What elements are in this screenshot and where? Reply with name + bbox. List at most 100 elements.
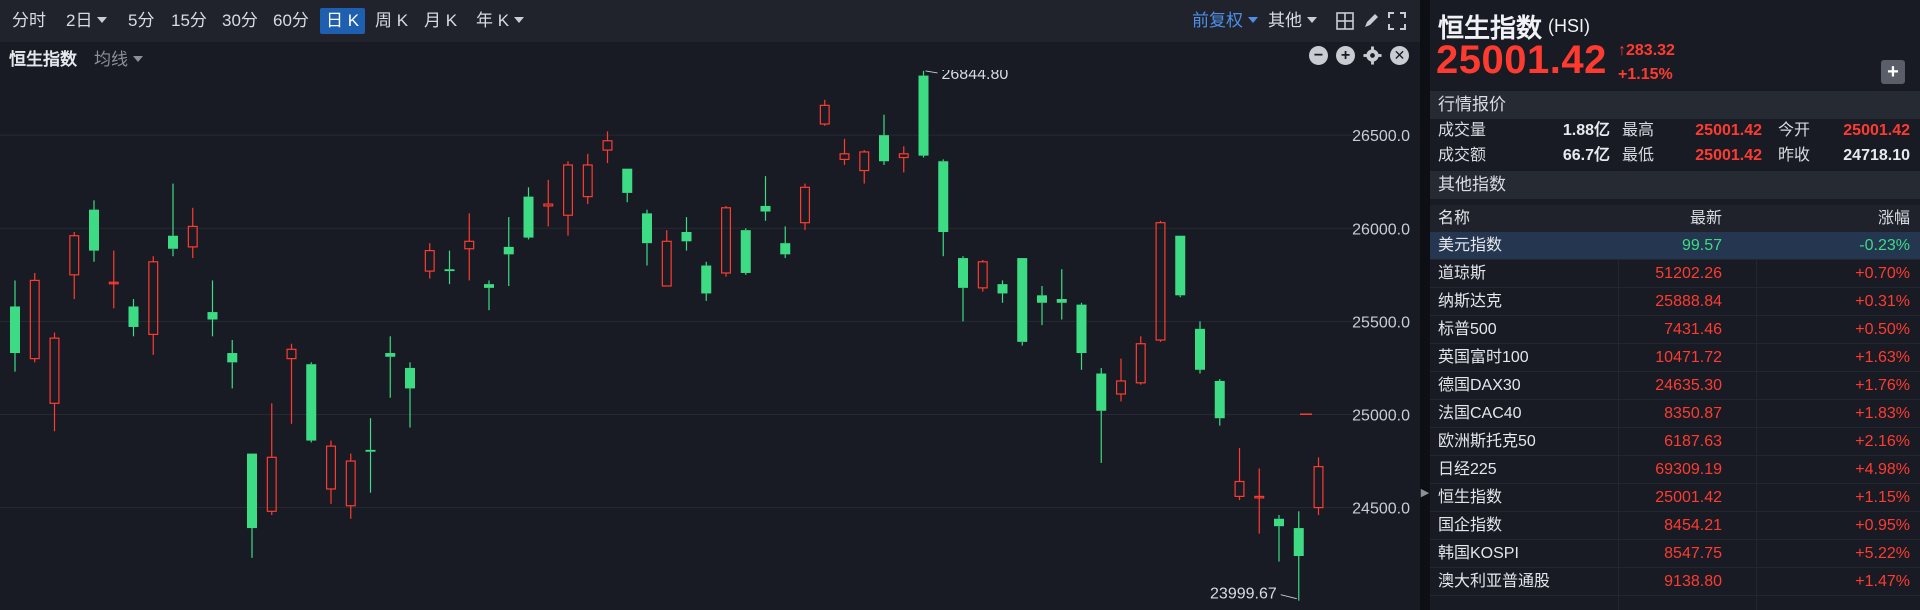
index-name: 澳大利亚普通股 — [1438, 573, 1551, 590]
candle-body — [681, 232, 692, 242]
other-label: 其他 — [1268, 11, 1302, 30]
index-pct: -0.23% — [1859, 237, 1910, 254]
index-pct: +0.31% — [1855, 293, 1910, 310]
collapse-panel-icon[interactable]: ▶ — [1420, 482, 1430, 504]
section-other-header: 其他指数 — [1430, 171, 1920, 199]
stat-open: 25001.42 — [1843, 122, 1910, 139]
index-name: 日经225 — [1438, 461, 1497, 478]
candle-body — [898, 153, 909, 159]
period-year-k[interactable]: 年 K — [476, 8, 525, 34]
period-2day[interactable]: 2日 — [66, 8, 108, 34]
candle-body — [227, 353, 238, 363]
period-year-k-label: 年 K — [476, 11, 510, 30]
index-name: 欧洲斯托克50 — [1438, 433, 1536, 450]
period-30min[interactable]: 30分 — [222, 8, 258, 34]
candlestick-chart[interactable]: 24500.0 25000.0 25500.0 26000.0 26500.0 26844… — [0, 70, 1420, 610]
fullscreen-icon[interactable] — [1388, 12, 1406, 30]
settings-gear-icon[interactable] — [1363, 46, 1382, 65]
candle-body — [780, 243, 791, 255]
candle-body — [918, 75, 929, 156]
index-name: 道琼斯 — [1438, 265, 1487, 282]
stat-volume: 1.88亿 — [1562, 122, 1610, 139]
period-month-k[interactable]: 月 K — [424, 8, 457, 34]
candle-body — [1175, 235, 1186, 296]
close-icon[interactable]: ✕ — [1390, 46, 1409, 65]
candle-body — [89, 209, 99, 251]
quote-panel: 恒生指数 (HSI) 25001.42 ↑283.32 +1.15% + 行情报… — [1430, 0, 1920, 610]
candle-body — [997, 284, 1008, 294]
index-pct: +0.50% — [1855, 321, 1910, 338]
index-row[interactable]: 标普500 7431.46 +0.50% — [1430, 316, 1920, 344]
period-day-k[interactable]: 日 K — [320, 8, 366, 34]
index-last: 8547.75 — [1664, 545, 1722, 562]
index-pct: +0.95% — [1855, 517, 1910, 534]
grid-layout-icon[interactable] — [1336, 12, 1354, 30]
period-intraday[interactable]: 分时 — [12, 8, 46, 34]
y-tick-label: 24500.0 — [1352, 501, 1410, 518]
candle-body — [1017, 258, 1028, 342]
stat-high: 25001.42 — [1695, 122, 1762, 139]
chart-gridlines — [0, 134, 1400, 509]
candle-body — [1293, 528, 1304, 556]
index-last: 25888.84 — [1655, 293, 1722, 310]
index-row[interactable]: 德国DAX30 24635.30 +1.76% — [1430, 372, 1920, 400]
candle-body — [839, 153, 850, 160]
stat-low-label: 最低 — [1622, 147, 1655, 164]
index-row[interactable]: 韩国KOSPI 8547.75 +5.22% — [1430, 540, 1920, 568]
index-row[interactable]: 英国富时100 10471.72 +1.63% — [1430, 344, 1920, 372]
chart-panel: 分时 2日 5分 15分 30分 60分 日 K 周 K 月 K 年 K 前复权… — [0, 0, 1420, 610]
period-week-k[interactable]: 周 K — [375, 8, 408, 34]
candle-body — [720, 207, 731, 274]
index-row[interactable]: 道琼斯 51202.26 +0.70% — [1430, 260, 1920, 288]
min-pointer — [1280, 594, 1297, 600]
chevron-down-icon — [133, 56, 143, 62]
index-name: 标普500 — [1438, 321, 1497, 338]
candle-body — [207, 312, 218, 320]
max-label: 26844.80 — [942, 70, 1009, 83]
section-quote-header: 行情报价 — [1430, 91, 1920, 119]
index-row[interactable]: 日经225 69309.19 +4.98% — [1430, 456, 1920, 484]
index-row[interactable]: 法国CAC40 8350.87 +1.83% — [1430, 400, 1920, 428]
period-2day-label: 2日 — [66, 11, 93, 30]
index-name: 法国CAC40 — [1438, 405, 1522, 422]
index-row[interactable]: 恒生指数 25001.42 +1.15% — [1430, 484, 1920, 512]
index-last: 6187.63 — [1664, 433, 1722, 450]
ma-dropdown[interactable]: 均线 — [94, 45, 143, 70]
candle-body — [819, 104, 830, 125]
period-60min[interactable]: 60分 — [273, 8, 309, 34]
stat-prev-close: 24718.10 — [1843, 147, 1910, 164]
candle-body — [1214, 380, 1225, 419]
index-row[interactable]: 美元指数 99.57 -0.23% — [1430, 232, 1920, 260]
quote-price: 25001.42 — [1436, 38, 1607, 82]
index-name: 恒生指数 — [1438, 489, 1503, 506]
index-row[interactable]: 纳斯达克 25888.84 +0.31% — [1430, 288, 1920, 316]
chevron-down-icon — [1248, 17, 1258, 23]
index-last: 8454.21 — [1664, 517, 1722, 534]
index-row[interactable]: 国企指数 8454.21 +0.95% — [1430, 512, 1920, 540]
add-watchlist-button[interactable]: + — [1881, 60, 1905, 84]
candle-body — [168, 235, 178, 249]
zoom-out-icon[interactable]: − — [1309, 46, 1328, 65]
chevron-down-icon — [1307, 17, 1317, 23]
other-dropdown[interactable]: 其他 — [1268, 8, 1317, 34]
candle-body — [582, 164, 593, 198]
candle-body — [286, 348, 297, 360]
candle-body — [622, 168, 633, 193]
period-15min[interactable]: 15分 — [171, 8, 207, 34]
candle-body — [345, 460, 356, 507]
index-name: 美元指数 — [1438, 237, 1503, 254]
zoom-in-icon[interactable]: + — [1336, 46, 1355, 65]
index-row[interactable]: 欧洲斯托克50 6187.63 +2.16% — [1430, 428, 1920, 456]
candle-body — [1155, 222, 1166, 341]
candle-body — [760, 205, 771, 212]
candle-body — [1274, 518, 1284, 527]
candle-body — [977, 261, 988, 289]
col-last: 最新 — [1689, 210, 1722, 227]
candle-body — [10, 306, 20, 354]
draw-pen-icon[interactable] — [1362, 12, 1380, 30]
index-name: 纳斯达克 — [1438, 293, 1503, 310]
period-5min[interactable]: 5分 — [128, 8, 154, 34]
col-name: 名称 — [1438, 210, 1471, 227]
index-row[interactable]: 澳大利亚普通股 9138.80 +1.47% — [1430, 568, 1920, 596]
adjust-dropdown[interactable]: 前复权 — [1192, 8, 1258, 34]
